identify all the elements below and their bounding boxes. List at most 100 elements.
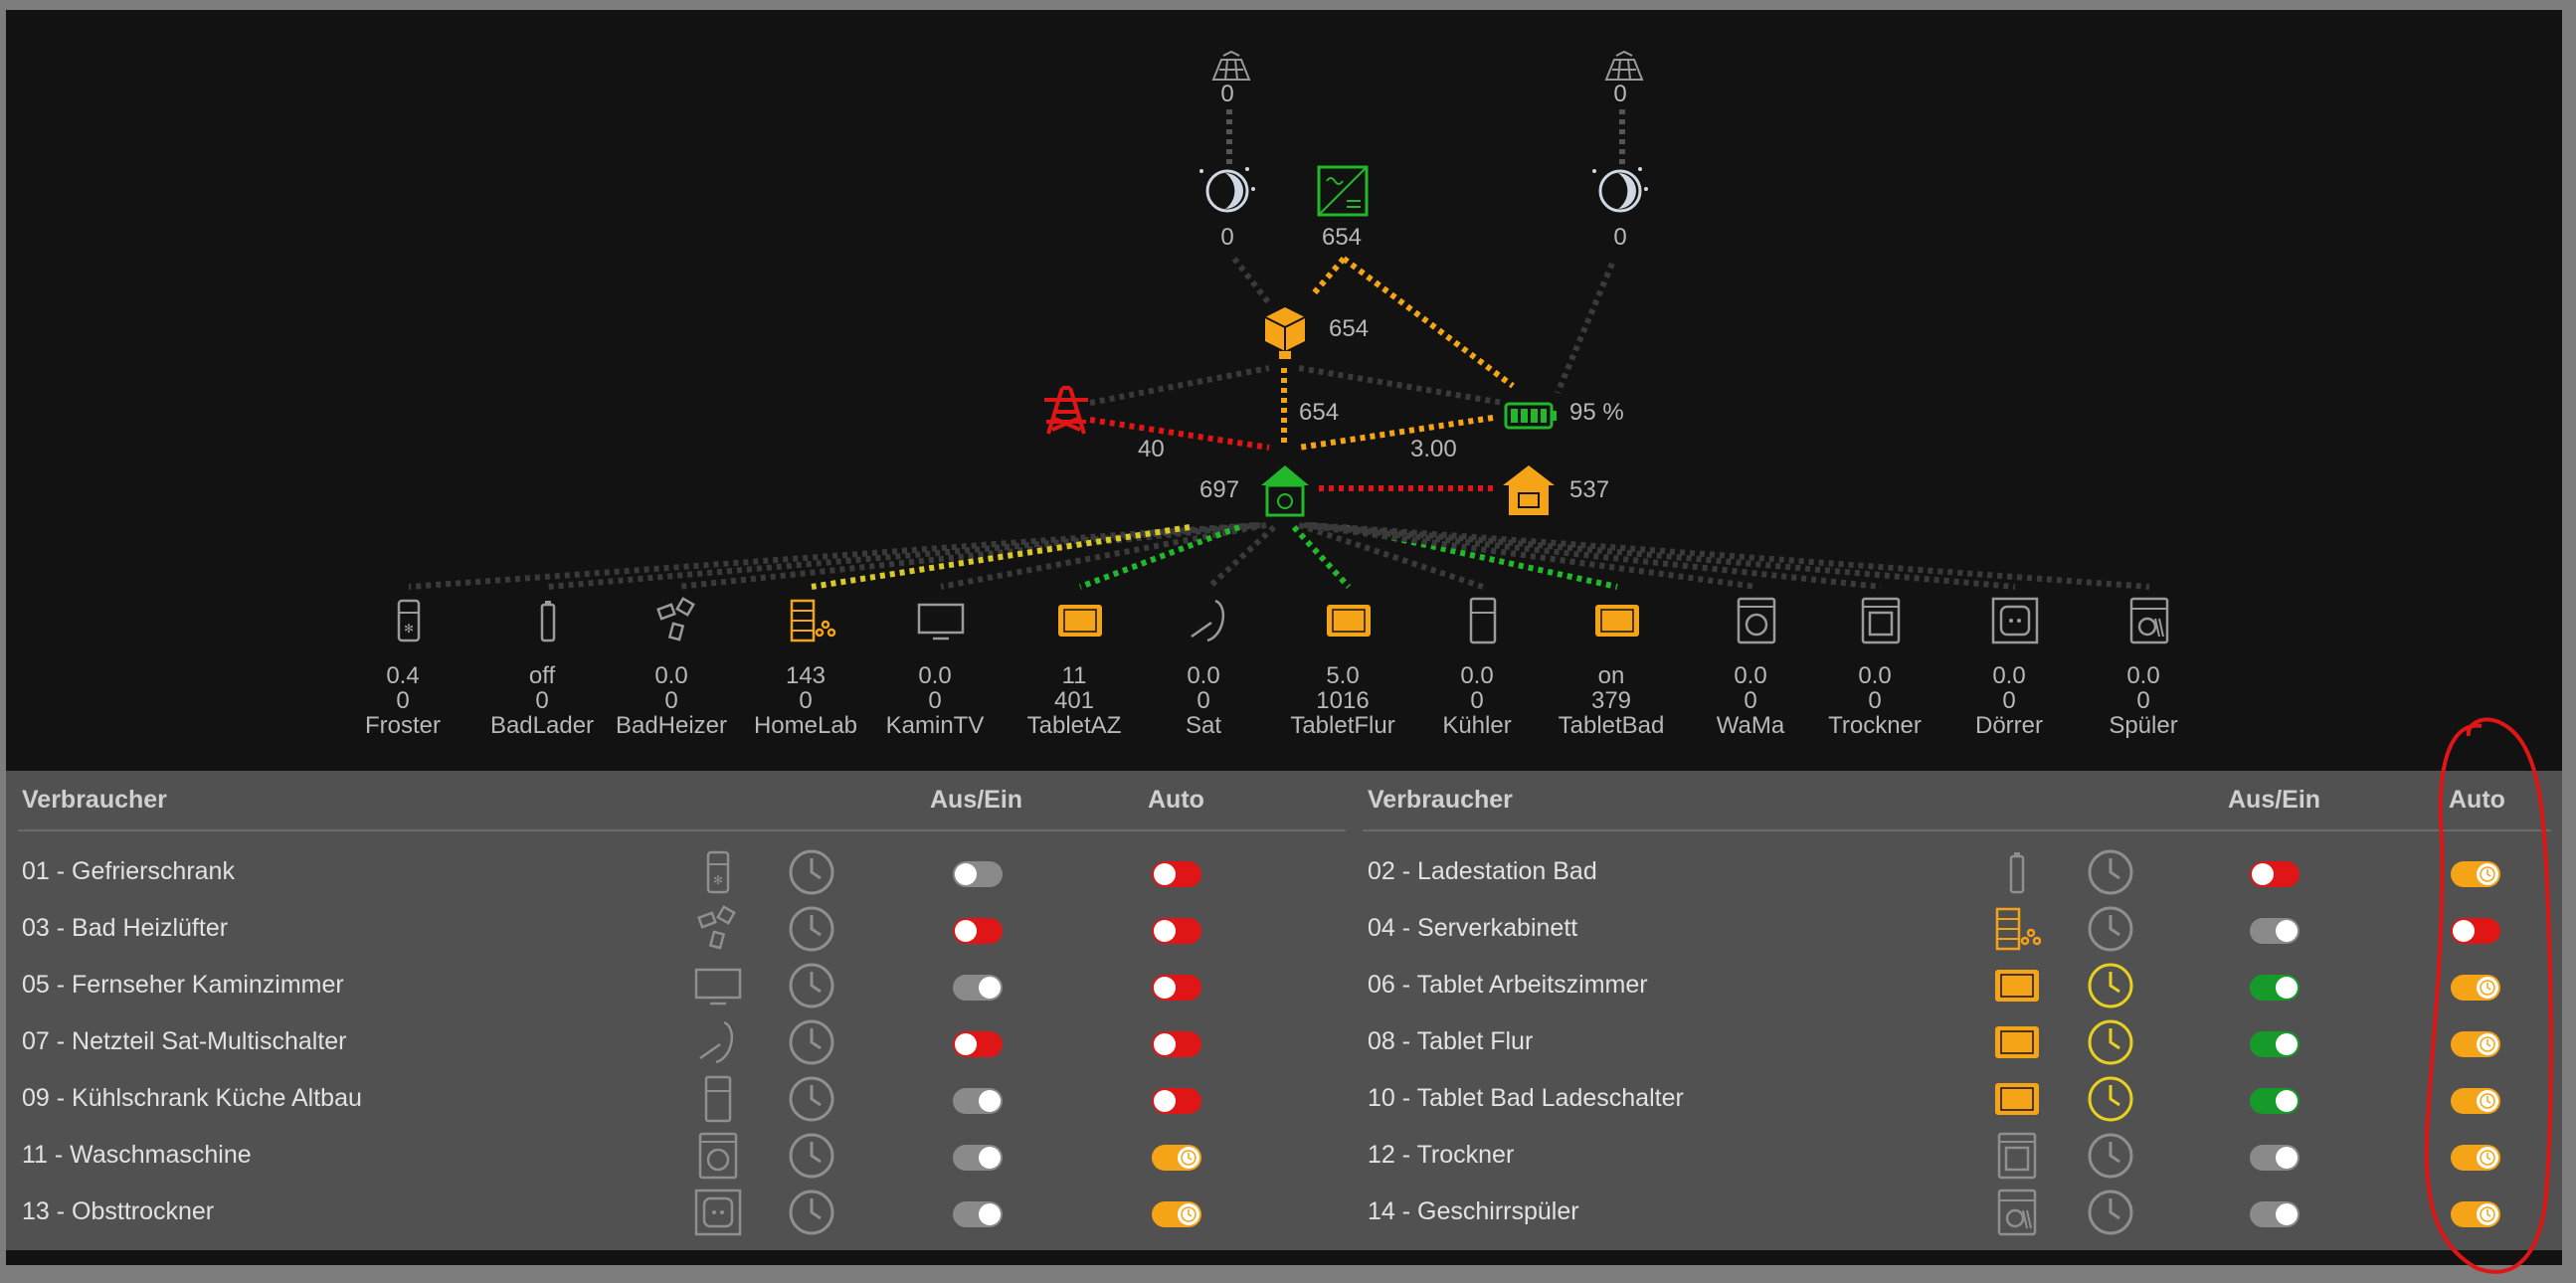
pv-left-value: 0 xyxy=(1220,81,1233,107)
consumer-label: 04 - Serverkabinett xyxy=(1368,914,1578,942)
auto-toggle[interactable] xyxy=(1152,1031,1201,1057)
onoff-toggle[interactable] xyxy=(2250,861,2300,887)
battery-flow: 3.00 xyxy=(1410,436,1457,462)
toggle-knob xyxy=(955,863,977,885)
onoff-toggle[interactable] xyxy=(953,975,1003,1001)
onoff-toggle[interactable] xyxy=(953,861,1003,887)
clock-icon[interactable] xyxy=(788,962,835,1009)
device-value: 0 xyxy=(2136,687,2150,714)
onoff-toggle[interactable] xyxy=(953,1088,1003,1114)
auto-toggle[interactable] xyxy=(1152,1088,1201,1114)
tv-icon xyxy=(917,603,965,641)
heater-icon xyxy=(697,905,736,950)
toggle-knob xyxy=(2276,1147,2298,1169)
tablet-icon xyxy=(1058,605,1102,637)
toggle-knob xyxy=(979,1090,1001,1112)
clock-icon[interactable] xyxy=(2087,905,2134,953)
inverter-icon xyxy=(1317,165,1369,217)
toggle-knob xyxy=(2252,863,2274,885)
toggle-knob xyxy=(1154,863,1176,885)
left-auto-header: Auto xyxy=(1148,786,1204,814)
tv-icon xyxy=(694,968,742,1006)
consumer-label: 07 - Netzteil Sat-Multischalter xyxy=(22,1027,347,1055)
left-onoff-header: Aus/Ein xyxy=(930,786,1023,814)
consumer-label: 01 - Gefrierschrank xyxy=(22,857,235,885)
clock-icon[interactable] xyxy=(788,1018,835,1066)
onoff-toggle[interactable] xyxy=(2250,1031,2300,1057)
consumer-label: 08 - Tablet Flur xyxy=(1368,1027,1534,1055)
consumer-label: 13 - Obsttrockner xyxy=(22,1197,215,1225)
toggle-knob xyxy=(2276,920,2298,942)
clock-icon[interactable] xyxy=(2087,1075,2134,1123)
tablet-icon xyxy=(1595,605,1639,637)
dishwasher-icon xyxy=(1997,1189,2037,1236)
inverter-value: 654 xyxy=(1322,224,1362,251)
heat-pump-value: 537 xyxy=(1569,476,1609,503)
clock-icon[interactable] xyxy=(2087,1018,2134,1066)
clock-icon[interactable] xyxy=(788,1189,835,1236)
house-icon xyxy=(1261,465,1309,517)
clock-icon[interactable] xyxy=(2087,1132,2134,1180)
onoff-toggle[interactable] xyxy=(953,918,1003,944)
right-consumer-header: Verbraucher xyxy=(1368,786,1513,814)
onoff-toggle[interactable] xyxy=(953,1031,1003,1057)
onoff-toggle[interactable] xyxy=(2250,1201,2300,1227)
clock-icon[interactable] xyxy=(788,905,835,953)
onoff-toggle[interactable] xyxy=(953,1145,1003,1171)
toggle-knob xyxy=(1154,1033,1176,1055)
pv-right-mid-value: 0 xyxy=(1613,224,1626,251)
toggle-knob xyxy=(2276,1203,2298,1225)
consumer-label: 06 - Tablet Arbeitszimmer xyxy=(1368,971,1648,999)
toggle-knob xyxy=(1154,1090,1176,1112)
moon-icon xyxy=(1199,167,1255,213)
server-icon xyxy=(790,599,836,642)
onoff-toggle[interactable] xyxy=(2250,1145,2300,1171)
dehydrator-icon xyxy=(1991,597,2039,644)
onoff-toggle[interactable] xyxy=(953,1201,1003,1227)
consumer-label: 10 - Tablet Bad Ladeschalter xyxy=(1368,1084,1684,1112)
right-onoff-header: Aus/Ein xyxy=(2228,786,2321,814)
satellite-icon xyxy=(699,1020,734,1064)
toggle-knob xyxy=(979,1147,1001,1169)
battery-charger-icon xyxy=(2009,852,2025,894)
left-consumer-header: Verbraucher xyxy=(22,786,167,814)
clock-icon[interactable] xyxy=(788,1132,835,1180)
tablet-icon xyxy=(1995,1083,2039,1115)
washer-icon xyxy=(698,1132,738,1180)
consumer-label: 14 - Geschirrspüler xyxy=(1368,1197,1579,1225)
battery-charger-icon xyxy=(540,601,556,642)
clock-icon[interactable] xyxy=(788,1075,835,1123)
clock-icon[interactable] xyxy=(2087,962,2134,1009)
clock-icon[interactable] xyxy=(788,848,835,896)
auto-toggle[interactable] xyxy=(1152,918,1201,944)
clock-icon[interactable] xyxy=(2087,1189,2134,1236)
onoff-toggle[interactable] xyxy=(2250,918,2300,944)
toggle-knob xyxy=(1178,1147,1199,1169)
dehydrator-icon xyxy=(694,1189,742,1236)
device-name: Spüler xyxy=(2109,712,2178,739)
hub-value: 654 xyxy=(1329,315,1369,342)
power-grid-icon xyxy=(1044,386,1088,435)
auto-toggle[interactable] xyxy=(1152,1201,1201,1227)
pv-right-value: 0 xyxy=(1613,81,1626,107)
svg-text:✻: ✻ xyxy=(713,873,723,887)
consumer-label: 05 - Fernseher Kaminzimmer xyxy=(22,971,344,999)
onoff-toggle[interactable] xyxy=(2250,975,2300,1001)
power-flow-diagram: ✻ 0 0 0 0 654 654 654 40 95 % 3.00 697 5… xyxy=(397,50,2169,644)
consumer-label: 11 - Waschmaschine xyxy=(22,1141,252,1169)
highlight-annotation xyxy=(2424,717,2553,1274)
clock-icon[interactable] xyxy=(2087,848,2134,896)
consumer-label: 03 - Bad Heizlüfter xyxy=(22,914,229,942)
dryer-icon xyxy=(1861,597,1901,644)
dryer-icon xyxy=(1997,1132,2037,1180)
onoff-toggle[interactable] xyxy=(2250,1088,2300,1114)
auto-toggle[interactable] xyxy=(1152,975,1201,1001)
auto-toggle[interactable] xyxy=(1152,1145,1201,1171)
fridge-icon xyxy=(704,1075,732,1123)
toggle-knob xyxy=(979,977,1001,999)
tablet-icon xyxy=(1995,970,2039,1002)
auto-toggle[interactable] xyxy=(1152,861,1201,887)
toggle-knob xyxy=(1178,1203,1199,1225)
grid-value: 40 xyxy=(1138,436,1165,462)
consumer-label: 02 - Ladestation Bad xyxy=(1368,857,1597,885)
